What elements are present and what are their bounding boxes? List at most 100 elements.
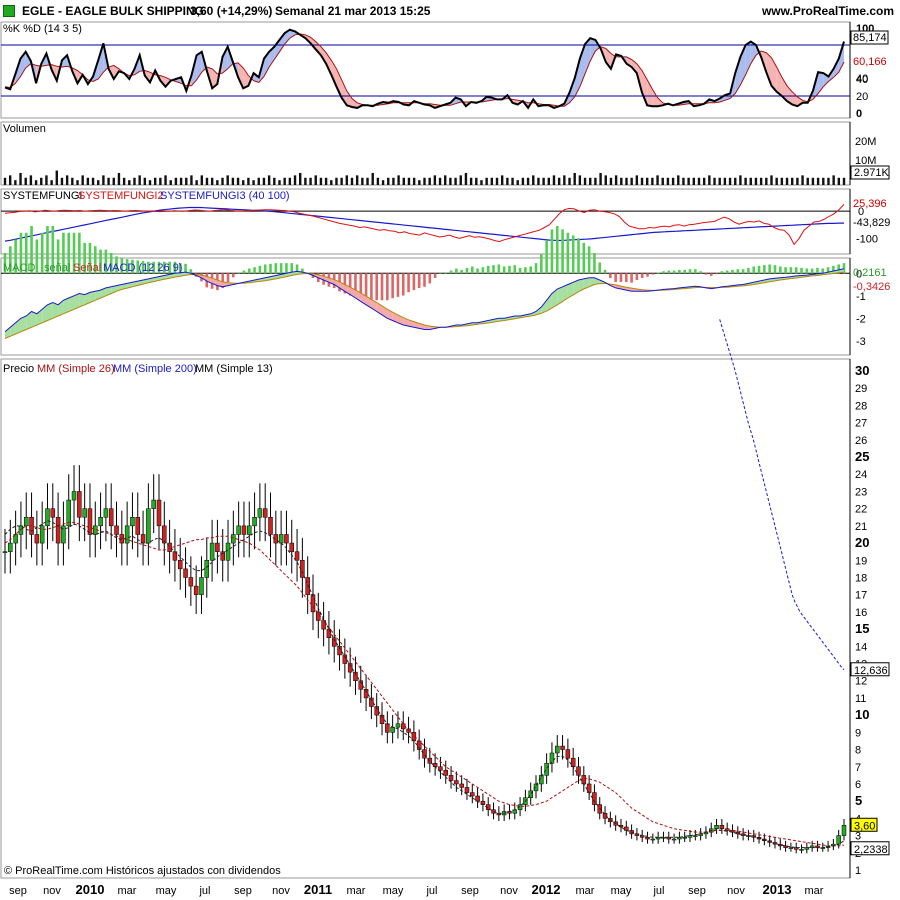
stoch-d-last-label: 60,166 xyxy=(853,56,887,68)
candle-down xyxy=(34,534,40,544)
x-axis-label: sep xyxy=(688,885,706,897)
candle-down xyxy=(108,508,114,527)
x-axis-label: jul xyxy=(198,885,210,897)
macd-histogram-bar xyxy=(253,267,256,274)
price-y-tick-label: 18 xyxy=(855,572,867,584)
macd-histogram-bar xyxy=(242,270,246,274)
macd-last-label: 0,2161 xyxy=(853,267,887,279)
macd-histogram-bar xyxy=(789,267,793,274)
price-panel-frame xyxy=(0,358,851,879)
volume-bar xyxy=(402,177,405,185)
macd-histogram-bar xyxy=(401,273,405,296)
candle-up xyxy=(8,542,13,552)
volume-bar xyxy=(71,177,74,185)
volume-bar xyxy=(842,177,846,185)
volume-bar xyxy=(412,177,416,185)
volume-bar xyxy=(449,177,452,185)
macd-histogram-bar xyxy=(672,270,676,274)
volume-bar xyxy=(60,177,64,185)
volume-bar xyxy=(29,175,33,185)
volume-bar xyxy=(34,180,38,185)
candle-down xyxy=(401,723,406,730)
candle-down xyxy=(193,585,199,595)
macd-histogram-bar xyxy=(561,229,564,274)
volume-bar xyxy=(759,177,763,185)
ma13-last-label: 2,2338 xyxy=(854,844,888,856)
candle-down xyxy=(645,837,650,840)
volume-bar xyxy=(661,177,664,185)
macd-histogram-bar xyxy=(630,273,633,283)
volume-bar xyxy=(107,177,110,185)
volume-bar xyxy=(594,177,597,185)
volume-bar xyxy=(262,177,266,185)
x-axis-label: jul xyxy=(652,885,664,897)
candle-down xyxy=(183,568,188,578)
candle-up xyxy=(130,517,135,527)
volume-bar xyxy=(159,177,162,185)
candle-down xyxy=(268,517,273,535)
macd-histogram-bar xyxy=(545,240,548,274)
candle-up xyxy=(204,560,210,578)
macd-histogram-bar xyxy=(455,268,458,274)
macd-histogram-bar xyxy=(757,265,761,274)
macd-histogram-bar xyxy=(582,242,586,274)
macd-histogram-bar xyxy=(699,271,702,274)
price-y-tick-label: 7 xyxy=(855,762,861,774)
volume-bar xyxy=(485,177,488,185)
macd-histogram-bar xyxy=(656,272,660,274)
volume-bar xyxy=(19,172,22,185)
macd-histogram-bar xyxy=(497,264,501,274)
macd-histogram-bar xyxy=(640,273,644,278)
volume-bar xyxy=(547,177,550,185)
macd-histogram-bar xyxy=(247,268,251,274)
volume-bar xyxy=(293,175,297,185)
macd-histogram-bar xyxy=(279,263,283,274)
volume-bar xyxy=(174,177,178,185)
macd-histogram-bar xyxy=(598,262,602,274)
price-y-tick-label: 29 xyxy=(855,383,867,395)
macd-histogram-bar xyxy=(550,229,554,274)
volume-bar xyxy=(728,177,732,185)
volume-bar xyxy=(495,177,499,185)
volume-bar xyxy=(247,177,250,185)
volume-bar xyxy=(340,177,343,185)
volume-bar xyxy=(765,177,768,185)
volume-bar xyxy=(832,175,835,185)
price-y-tick-label: 30 xyxy=(855,363,869,378)
macd-histogram-bar xyxy=(725,270,729,274)
volume-bar xyxy=(97,180,100,185)
volume-bar xyxy=(324,177,328,185)
volume-bar xyxy=(65,175,69,185)
candle-down xyxy=(188,577,194,587)
volume-bar xyxy=(221,177,224,185)
volume-bar xyxy=(330,180,333,185)
candle-up xyxy=(209,542,215,561)
volume-bar xyxy=(423,177,426,185)
price-y-tick-label: 19 xyxy=(855,555,867,567)
macd-histogram-bar xyxy=(646,273,649,277)
candle-up xyxy=(124,525,130,544)
candle-down xyxy=(241,525,247,535)
volume-bar xyxy=(796,177,799,185)
volume-bar xyxy=(526,177,530,185)
volume-bar xyxy=(666,177,670,185)
macd-histogram-bar xyxy=(508,265,511,274)
candle-up xyxy=(555,745,560,754)
macd-histogram-bar xyxy=(609,273,612,278)
price-y-tick-label: 8 xyxy=(855,745,861,757)
price-y-tick-label: 11 xyxy=(855,693,866,705)
volume-bar xyxy=(521,177,525,185)
volume-bar xyxy=(775,177,778,185)
ma200-title: MM (Simple 200) xyxy=(113,363,197,375)
macd-title: MACD xyxy=(3,262,35,274)
macd-histogram-bar xyxy=(587,246,591,274)
candle-up xyxy=(199,577,204,595)
volume-bar xyxy=(387,177,390,185)
candle-down xyxy=(284,534,289,544)
x-axis-label: may xyxy=(156,885,177,897)
macd-histogram-bar xyxy=(704,273,708,275)
macd-histogram-bar xyxy=(688,269,692,274)
volume-bar xyxy=(433,175,437,185)
volume-last-label: 2.971K xyxy=(854,167,890,179)
volume-bar xyxy=(516,180,519,185)
